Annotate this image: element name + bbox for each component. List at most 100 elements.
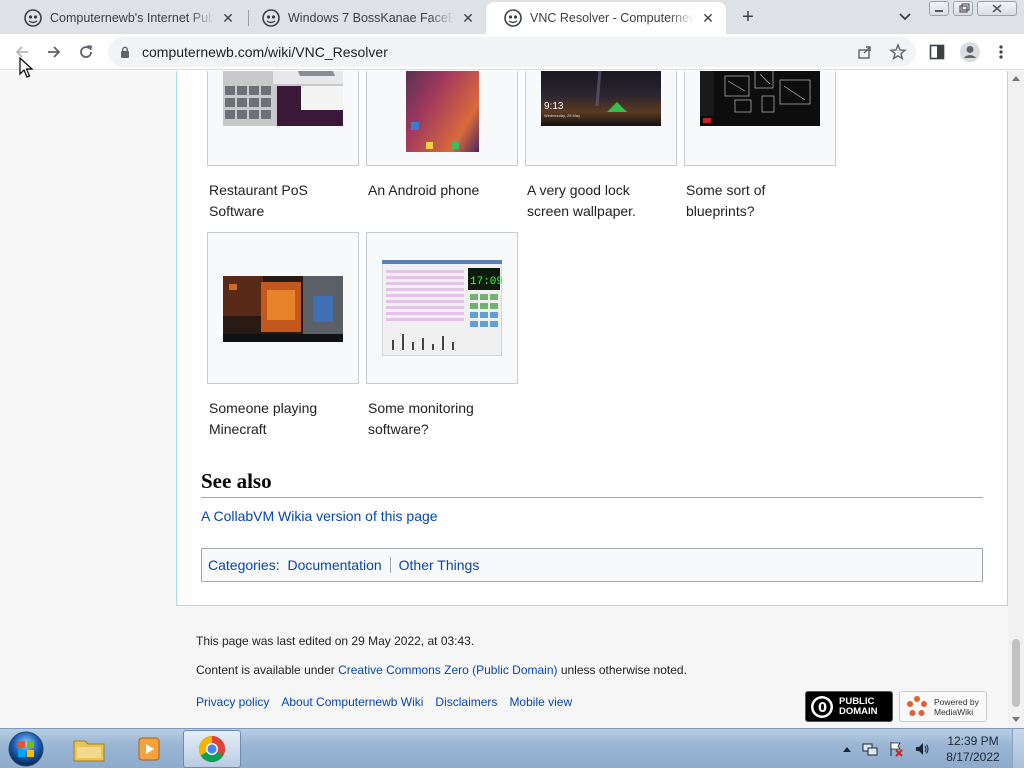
public-domain-icon: 0 [811,695,833,718]
svg-text:0: 0 [818,701,827,716]
restaurant-pos-thumbnail[interactable] [223,71,343,126]
gallery-item: Restaurant PoS Software [207,71,359,222]
category-separator [389,557,391,573]
bookmark-star-icon[interactable] [889,43,907,61]
powered-by-mediawiki-badge[interactable]: Powered by MediaWiki [899,691,987,722]
forward-arrow-icon [48,46,61,58]
restore-button[interactable] [953,1,973,16]
start-button-icon[interactable] [6,730,46,768]
tab-close-icon[interactable]: ✕ [700,10,716,26]
site-favicon-icon [504,9,522,27]
gallery-caption: A very good lock screen wallpaper. [527,182,636,219]
mobile-view-link[interactable]: Mobile view [509,695,572,709]
url-text[interactable]: computernewb.com/wiki/VNC_Resolver [142,44,388,60]
folder-icon [73,740,105,762]
license-text: Content is available under Creative Comm… [196,663,687,677]
forward-button[interactable] [42,40,66,64]
privacy-policy-link[interactable]: Privacy policy [196,695,269,709]
site-favicon-icon [24,9,42,27]
reload-button[interactable] [74,40,98,64]
taskbar-explorer[interactable] [60,730,118,768]
public-domain-badge[interactable]: 0 PUBLIC DOMAIN [805,691,893,722]
footer-links: Privacy policy About Computernewb Wiki D… [196,695,572,709]
scroll-down-arrow-icon[interactable] [1012,717,1020,723]
share-icon[interactable] [857,44,873,60]
tab-vnc-resolver[interactable]: VNC Resolver - Computernewb W ✕ [486,2,726,34]
browser-toolbar: computernewb.com/wiki/VNC_Resolver [0,34,1024,70]
media-player-icon [138,737,160,761]
tab-close-icon[interactable]: ✕ [460,10,476,26]
tab-title: Computernewb's Internet Pub Hu [50,11,214,25]
category-other-things-link[interactable]: Other Things [399,557,480,573]
clock-time: 12:39 PM [947,734,999,748]
lock-date-text: Wednesday, 25 May [544,113,580,118]
tab-title: Windows 7 BossKanae FaceBooK [288,11,454,25]
gallery-caption: Someone playing Minecraft [209,400,318,437]
gallery-item: An Android phone [366,71,518,201]
volume-icon[interactable] [914,741,930,757]
gallery-thumb-frame[interactable]: 9:13 Wednesday, 25 May [525,71,677,166]
license-prefix: Content is available under [196,663,339,677]
side-panel-icon[interactable] [929,44,945,60]
last-edited-text: This page was last edited on 29 May 2022… [196,634,475,648]
address-bar[interactable]: computernewb.com/wiki/VNC_Resolver [108,37,916,67]
tab-internet-pub[interactable]: Computernewb's Internet Pub Hu ✕ [6,2,246,34]
categories-link[interactable]: Categories [208,557,276,573]
blueprints-thumbnail[interactable] [700,71,820,126]
tab-title: VNC Resolver - Computernewb W [530,11,694,25]
minimize-button[interactable] [929,1,949,16]
gallery-thumb-frame[interactable] [684,71,836,166]
category-links-box: Categories: Documentation Other Things [201,548,983,582]
minecraft-thumbnail[interactable] [223,276,343,342]
windows-taskbar: 12:39 PM 8/17/2022 [0,728,1024,768]
lock-icon[interactable] [120,46,130,58]
gallery-caption: Restaurant PoS Software [209,182,308,219]
gallery-item: Some sort of blueprints? [684,71,836,222]
gallery-thumb-frame[interactable] [366,71,518,166]
heading-divider [201,497,983,498]
profile-avatar-icon[interactable] [959,41,981,63]
close-window-button[interactable] [977,1,1017,16]
gallery-thumb-frame[interactable] [207,71,359,166]
lock-time-text: 9:13 [544,101,564,112]
gallery-caption: An Android phone [368,182,480,198]
show-desktop-button[interactable] [1012,729,1024,768]
mouse-cursor-icon [19,57,33,78]
lock-screen-thumbnail[interactable]: 9:13 Wednesday, 25 May [541,71,661,126]
gallery-caption: Some sort of blueprints? [686,182,766,219]
badge-pd-line2: DOMAIN [839,705,878,717]
gallery-item: 17:09 Some monitoring software? [366,232,518,440]
show-hidden-icons-icon[interactable] [842,745,852,753]
gallery-thumb-frame[interactable]: 17:09 [366,232,518,384]
system-tray [842,735,930,763]
clock-date: 8/17/2022 [946,750,1000,764]
tab-strip: Computernewb's Internet Pub Hu ✕ Windows… [0,0,1024,34]
action-center-flag-icon[interactable] [888,741,904,757]
about-link[interactable]: About Computernewb Wiki [281,695,423,709]
android-phone-thumbnail[interactable] [406,71,479,152]
disclaimers-link[interactable]: Disclaimers [435,695,497,709]
menu-kebab-icon[interactable] [996,44,1006,60]
page-scrollbar[interactable] [1008,71,1024,728]
tab-close-icon[interactable]: ✕ [220,10,236,26]
collabvm-wikia-link[interactable]: A CollabVM Wikia version of this page [201,508,438,524]
badge-mw-line1: Powered by [934,696,979,707]
categories-colon: : [275,557,284,573]
taskbar-chrome[interactable] [183,730,241,768]
mediawiki-flower-icon [907,695,927,716]
taskbar-clock[interactable]: 12:39 PM 8/17/2022 [940,733,1006,765]
gallery-caption: Some monitoring software? [368,400,474,437]
network-icon[interactable] [862,741,878,757]
monitoring-software-thumbnail[interactable]: 17:09 [382,260,502,356]
category-documentation-link[interactable]: Documentation [287,557,381,573]
page-viewport: Restaurant PoS Software An Android phone… [0,71,1008,728]
tab-bosskanae[interactable]: Windows 7 BossKanae FaceBooK ✕ [244,2,486,34]
scrollbar-thumb[interactable] [1012,639,1020,707]
tab-search-chevron-icon[interactable] [895,8,915,26]
taskbar-media-player[interactable] [120,730,178,768]
see-also-heading: See also [201,469,272,493]
license-link[interactable]: Creative Commons Zero (Public Domain) [338,663,557,677]
gallery-thumb-frame[interactable] [207,232,359,384]
new-tab-button[interactable]: + [736,5,760,29]
scroll-up-arrow-icon[interactable] [1012,75,1020,81]
